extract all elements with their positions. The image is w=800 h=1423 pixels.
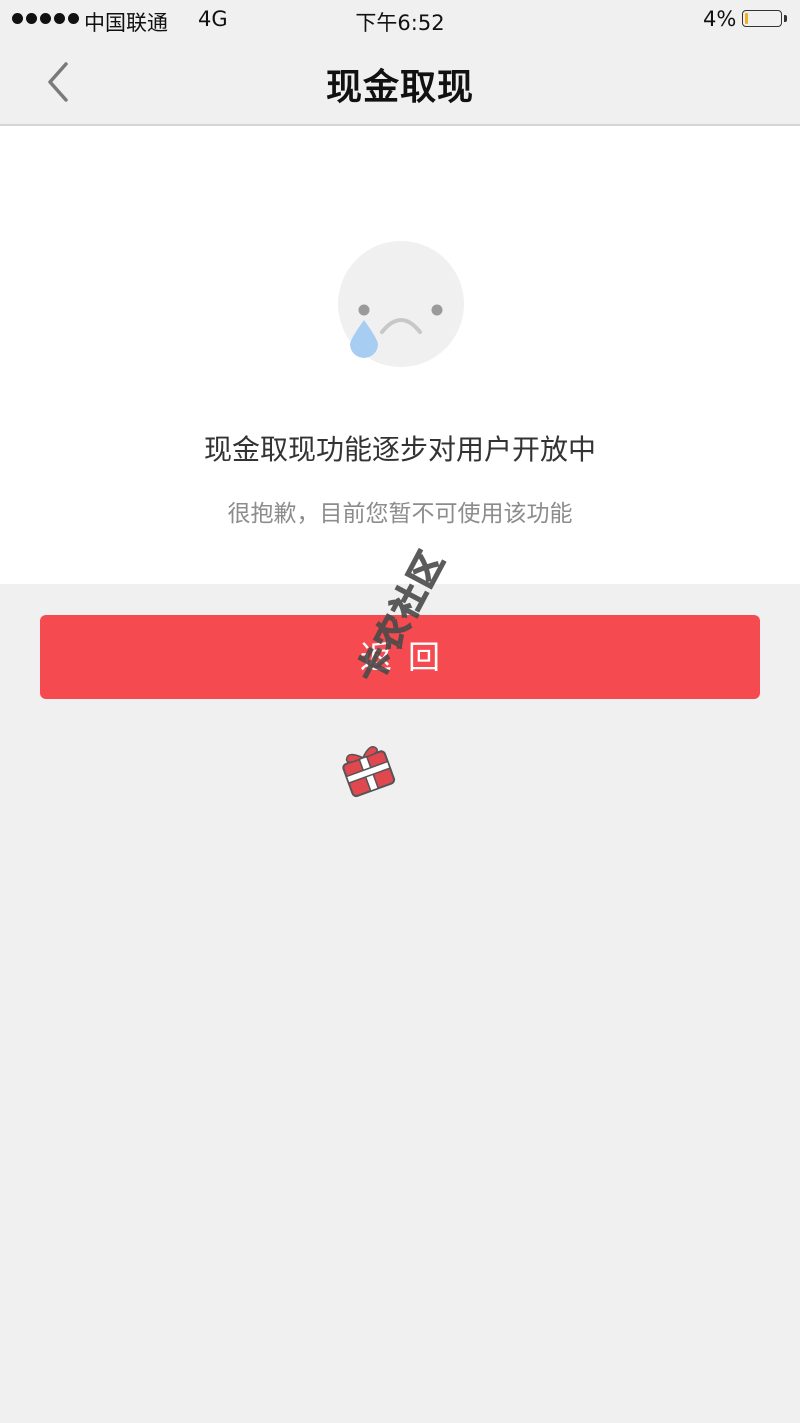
page-title: 现金取现 [325, 67, 474, 108]
battery-icon [742, 10, 782, 27]
message-panel: 现金取现功能逐步对用户开放中 很抱歉，目前您暂不可使用该功能 [0, 126, 800, 584]
crying-face-icon [338, 241, 464, 367]
navigation-bar: 现金取现 [0, 40, 800, 126]
battery-tip [784, 15, 787, 22]
message-subtitle: 很抱歉，目前您暂不可使用该功能 [227, 501, 573, 527]
message-title: 现金取现功能逐步对用户开放中 [203, 433, 596, 466]
battery-percent: 4% [703, 7, 737, 31]
status-time: 下午6:52 [355, 11, 445, 35]
gift-logo-icon [342, 746, 396, 798]
return-button[interactable]: 返回 [40, 615, 760, 699]
status-bar: 中国联通 4G 下午6:52 4% [0, 0, 800, 40]
